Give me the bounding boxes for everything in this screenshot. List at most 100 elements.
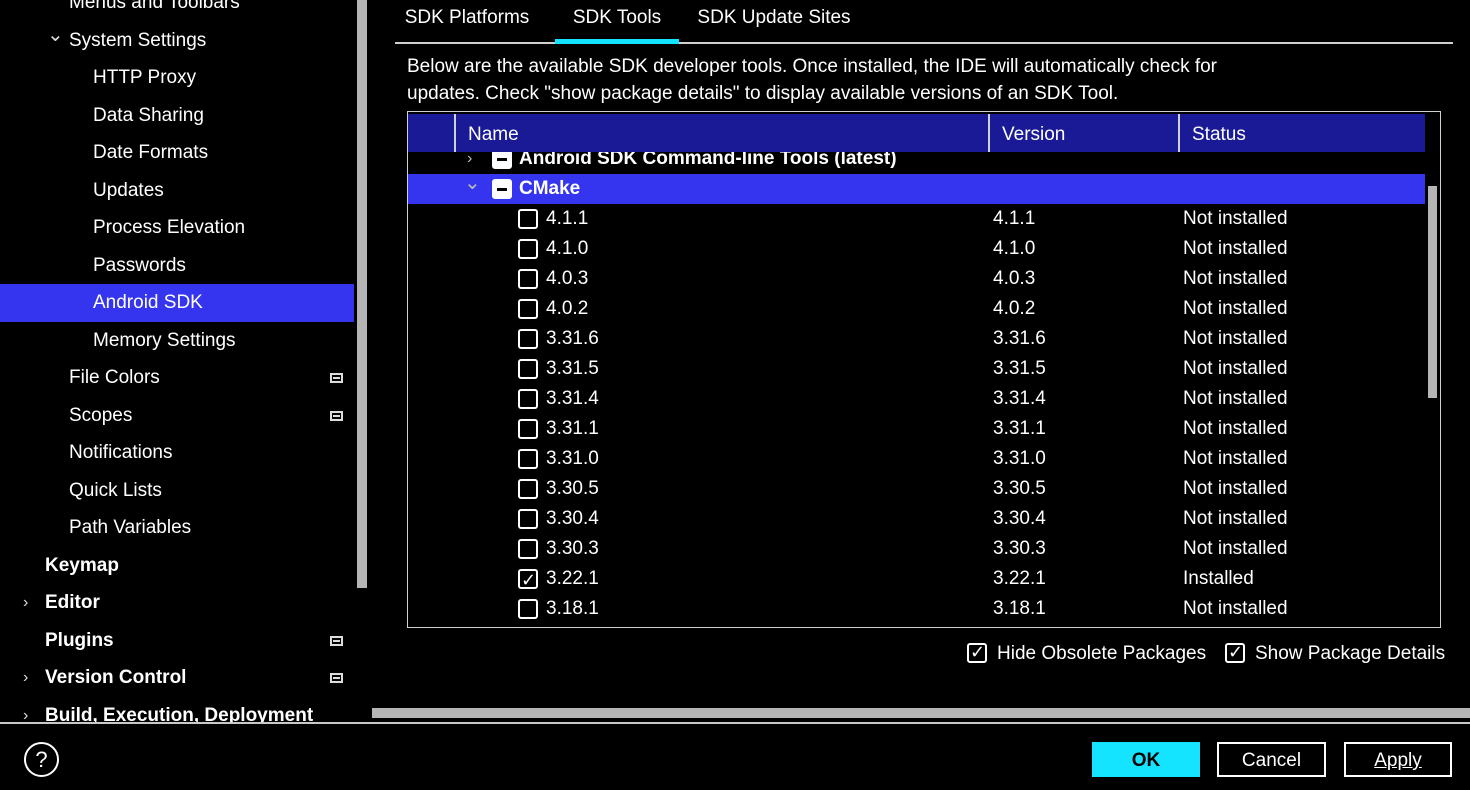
sidebar-item-label: Editor — [45, 592, 100, 613]
table-row[interactable]: 4.1.0 4.1.0 Not installed — [408, 234, 1425, 264]
cell-status: Not installed — [1183, 388, 1288, 409]
cell-name: 4.1.1 — [546, 208, 589, 229]
cell-version: 3.30.3 — [993, 538, 1046, 559]
table-row[interactable]: 3.30.5 3.30.5 Not installed — [408, 474, 1425, 504]
chevron-right-icon[interactable]: › — [23, 584, 28, 622]
group-checkbox[interactable] — [492, 179, 512, 199]
tab-sdk-update-sites[interactable]: SDK Update Sites — [689, 0, 859, 42]
tab-sdk-platforms[interactable]: SDK Platforms — [395, 0, 539, 42]
column-header-status[interactable]: Status — [1178, 114, 1425, 152]
sidebar-item-label: Date Formats — [93, 142, 209, 163]
sidebar-item[interactable]: › Editor — [0, 584, 354, 622]
table-row[interactable]: 3.22.1 3.22.1 Installed — [408, 564, 1425, 595]
package-checkbox[interactable] — [518, 599, 538, 619]
sidebar-item[interactable]: Plugins — [0, 622, 354, 660]
sidebar-item[interactable]: Android SDK — [0, 284, 354, 322]
settings-sidebar: Menus and Toolbars ⌄ System Settings HTTP P… — [0, 0, 357, 722]
group-name: CMake — [519, 178, 581, 199]
package-checkbox[interactable] — [518, 419, 538, 439]
show-details-checkbox[interactable] — [1225, 639, 1245, 665]
sidebar-item[interactable]: ⌄ System Settings — [0, 22, 354, 60]
help-icon[interactable]: ? — [24, 742, 59, 777]
cell-name: 3.30.5 — [546, 478, 599, 499]
package-checkbox[interactable] — [518, 329, 538, 349]
table-group-row[interactable]: ⌄ CMake — [408, 172, 1425, 204]
horizontal-scrollbar[interactable] — [372, 708, 1470, 718]
table-row[interactable]: 4.0.3 4.0.3 Not installed — [408, 264, 1425, 294]
table-row[interactable]: 3.31.1 3.31.1 Not installed — [408, 414, 1425, 444]
table-row[interactable]: 3.30.3 3.30.3 Not installed — [408, 534, 1425, 564]
sidebar-item[interactable]: File Colors — [0, 359, 354, 397]
chevron-down-icon[interactable]: ⌄ — [47, 16, 64, 54]
sidebar-item-label: Quick Lists — [69, 479, 162, 501]
sidebar-item-label: Version Control — [45, 667, 187, 688]
sidebar-item[interactable]: Notifications — [0, 434, 354, 472]
sidebar-item[interactable]: Passwords — [0, 247, 354, 285]
table-row[interactable]: 4.1.1 4.1.1 Not installed — [408, 204, 1425, 234]
table-row[interactable]: 3.31.5 3.31.5 Not installed — [408, 354, 1425, 384]
sdk-tools-description: Below are the available SDK developer to… — [407, 56, 1218, 104]
group-checkbox[interactable] — [492, 152, 512, 169]
table-row[interactable]: 3.31.0 3.31.0 Not installed — [408, 444, 1425, 474]
package-checkbox[interactable] — [518, 359, 538, 379]
table-group-row[interactable]: › Android SDK Command-line Tools (latest) — [408, 152, 1425, 174]
sidebar-item[interactable]: Date Formats — [0, 134, 354, 172]
package-checkbox[interactable] — [518, 299, 538, 319]
sidebar-item-label: Path Variables — [69, 517, 192, 538]
sidebar-item[interactable]: › Build, Execution, Deployment — [0, 697, 354, 723]
table-row[interactable]: 3.18.1 3.18.1 Not installed — [408, 594, 1425, 624]
sidebar-item-label: Updates — [93, 179, 164, 201]
sidebar-item[interactable]: HTTP Proxy — [0, 59, 354, 97]
project-level-icon — [330, 635, 343, 646]
cell-version: 4.1.1 — [993, 208, 1036, 229]
ok-button[interactable]: OK — [1092, 742, 1200, 777]
package-checkbox[interactable] — [518, 539, 538, 559]
chevron-right-icon[interactable]: › — [23, 659, 28, 697]
package-checkbox[interactable] — [518, 239, 538, 259]
show-details-label: Show Package Details — [1255, 643, 1446, 664]
cell-status: Not installed — [1183, 478, 1288, 499]
cell-status: Installed — [1183, 568, 1254, 589]
tab-sdk-tools[interactable]: SDK Tools — [555, 0, 679, 44]
cell-status: Not installed — [1183, 208, 1288, 229]
cell-version: 3.31.5 — [993, 358, 1046, 379]
package-checkbox[interactable] — [518, 509, 538, 529]
sidebar-item[interactable]: Path Variables — [0, 509, 354, 547]
sidebar-item[interactable]: Memory Settings — [0, 322, 354, 360]
sidebar-item[interactable]: Updates — [0, 172, 354, 210]
sidebar-scrollbar[interactable] — [357, 0, 367, 588]
package-checkbox[interactable] — [518, 269, 538, 289]
hide-obsolete-checkbox[interactable] — [967, 639, 987, 665]
sidebar-item[interactable]: Data Sharing — [0, 97, 354, 135]
chevron-down-icon[interactable]: ⌄ — [464, 168, 481, 198]
table-row[interactable]: 3.31.6 3.31.6 Not installed — [408, 324, 1425, 354]
table-scrollbar-thumb[interactable] — [1428, 186, 1437, 398]
apply-button[interactable]: Apply — [1344, 742, 1452, 777]
package-checkbox[interactable] — [518, 389, 538, 409]
sidebar-item[interactable]: Scopes — [0, 397, 354, 435]
table-row[interactable]: 3.31.4 3.31.4 Not installed — [408, 384, 1425, 414]
chevron-right-icon[interactable]: › — [23, 697, 28, 723]
package-checkbox[interactable] — [518, 209, 538, 229]
sidebar-item-label: Data Sharing — [93, 104, 204, 126]
sidebar-item-label: Build, Execution, Deployment — [45, 704, 314, 723]
cell-version: 3.30.5 — [993, 478, 1046, 499]
package-checkbox[interactable] — [518, 449, 538, 469]
table-row[interactable]: 4.0.2 4.0.2 Not installed — [408, 294, 1425, 324]
apply-label: Apply — [1374, 750, 1422, 771]
sidebar-item[interactable]: Process Elevation — [0, 209, 354, 247]
package-checkbox[interactable] — [518, 479, 538, 499]
sidebar-item[interactable]: › Version Control — [0, 659, 354, 697]
sidebar-item[interactable]: Keymap — [0, 547, 354, 585]
cell-status: Not installed — [1183, 598, 1288, 619]
sidebar-item[interactable]: Quick Lists — [0, 472, 354, 510]
table-row[interactable]: 3.30.4 3.30.4 Not installed — [408, 504, 1425, 534]
table-header: Name Version Status — [408, 114, 1425, 152]
table-body: › Android SDK Command-line Tools (latest)… — [408, 152, 1425, 627]
cell-status: Not installed — [1183, 268, 1288, 289]
cancel-button[interactable]: Cancel — [1217, 742, 1326, 777]
column-header-version[interactable]: Version — [988, 114, 1180, 152]
column-header-name[interactable]: Name — [454, 114, 990, 152]
cell-name: 3.31.0 — [546, 448, 599, 469]
package-checkbox[interactable] — [518, 565, 538, 595]
